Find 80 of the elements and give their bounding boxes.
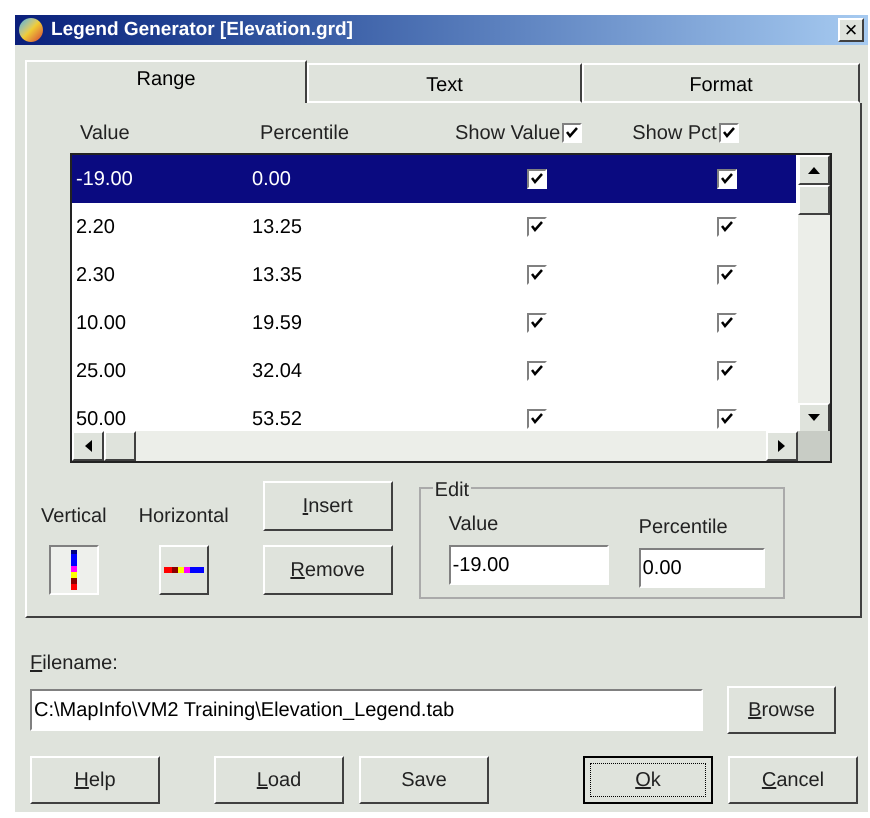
orientation-label: Horizontal — [138, 504, 229, 529]
checkbox[interactable] — [527, 409, 547, 429]
field-label: Value — [448, 512, 500, 537]
vertical-scrollbar[interactable] — [798, 155, 830, 433]
left-arrow-icon — [84, 440, 92, 452]
up-arrow-icon — [808, 166, 820, 174]
column-header: Show Pct — [632, 121, 718, 146]
vertical-color-bar-icon — [70, 550, 77, 590]
checkbox[interactable] — [718, 123, 739, 143]
table-cell-text: 53.52 — [252, 407, 304, 432]
table-cell-text: 2.30 — [75, 263, 116, 288]
table-cell-text: 13.25 — [252, 215, 304, 240]
check-icon — [530, 220, 544, 234]
check-icon — [565, 126, 580, 140]
input-field[interactable]: -19.00 — [448, 545, 609, 585]
table-row[interactable]: 25.00 32.04 — [72, 347, 796, 395]
scrollbar-corner — [798, 431, 830, 461]
check-icon — [530, 364, 544, 378]
orientation-label: Vertical — [41, 504, 107, 529]
horizontal-color-bar-icon — [164, 567, 204, 573]
table-cell-text: 10.00 — [75, 311, 128, 336]
browse-button[interactable]: Browse — [727, 686, 836, 734]
tab[interactable]: Format — [582, 63, 860, 103]
check-icon — [722, 126, 736, 140]
table-row[interactable]: 2.30 13.35 — [72, 251, 796, 299]
table-cell-text: 2.20 — [75, 215, 116, 240]
column-header: Show Value — [455, 121, 562, 146]
check-icon — [530, 412, 544, 426]
column-header: Value — [80, 121, 131, 146]
check-icon — [720, 172, 734, 186]
checkbox[interactable] — [527, 169, 547, 189]
window-title: Legend Generator [Elevation.grd] — [51, 18, 353, 42]
table-row[interactable]: 50.00 53.52 — [72, 395, 796, 433]
checkbox[interactable] — [717, 409, 737, 429]
check-icon — [530, 268, 544, 282]
dialog-button[interactable]: Load — [214, 756, 344, 804]
action-button[interactable]: Remove — [262, 545, 393, 595]
column-header: Percentile — [260, 121, 350, 146]
input-field[interactable]: 0.00 — [638, 548, 765, 588]
scroll-thumb[interactable] — [798, 185, 830, 215]
action-button[interactable]: Insert — [262, 481, 393, 531]
scroll-down-button[interactable] — [798, 403, 830, 433]
globe-icon — [19, 18, 43, 42]
scroll-thumb[interactable] — [104, 431, 136, 461]
check-icon — [530, 316, 544, 330]
scroll-up-button[interactable] — [798, 155, 830, 185]
horizontal-scrollbar[interactable] — [72, 431, 798, 461]
table-row[interactable]: 2.20 13.25 — [72, 203, 796, 251]
table-cell-text: 13.35 — [252, 263, 304, 288]
checkbox[interactable] — [717, 169, 737, 189]
right-arrow-icon — [778, 440, 786, 452]
check-icon — [720, 220, 734, 234]
orientation-button[interactable] — [48, 545, 99, 595]
table-cell-text: -19.00 — [75, 167, 134, 192]
close-button[interactable]: × — [838, 18, 864, 42]
down-arrow-icon — [808, 414, 820, 422]
check-icon — [720, 412, 734, 426]
field-label: Filename: — [30, 651, 119, 676]
field-label: Percentile — [638, 515, 729, 540]
check-icon — [720, 316, 734, 330]
table-row[interactable]: -19.00 0.00 — [72, 155, 796, 203]
tab[interactable]: Text — [307, 63, 582, 103]
table-cell-text: 0.00 — [252, 167, 292, 192]
table-row[interactable]: 10.00 19.59 — [72, 299, 796, 347]
dialog-button[interactable]: Save — [359, 756, 489, 804]
dialog-button[interactable]: Help — [30, 756, 160, 804]
scroll-right-button[interactable] — [766, 431, 798, 461]
check-icon — [720, 268, 734, 282]
dialog-button[interactable]: Cancel — [728, 756, 858, 804]
scroll-left-button[interactable] — [72, 431, 104, 461]
table-cell-text: 25.00 — [75, 359, 128, 384]
checkbox[interactable] — [562, 123, 582, 143]
filename-field[interactable]: C:\MapInfo\VM2 Training\Elevation_Legend.tab — [30, 689, 703, 731]
check-icon — [530, 172, 544, 186]
table-cell-text: 50.00 — [75, 407, 128, 432]
table-cell-text: 19.59 — [252, 311, 304, 336]
table-cell-text: 32.04 — [252, 359, 304, 384]
tab[interactable]: Range — [25, 60, 307, 103]
check-icon — [720, 364, 734, 378]
dialog-button[interactable]: Ok — [583, 756, 713, 804]
